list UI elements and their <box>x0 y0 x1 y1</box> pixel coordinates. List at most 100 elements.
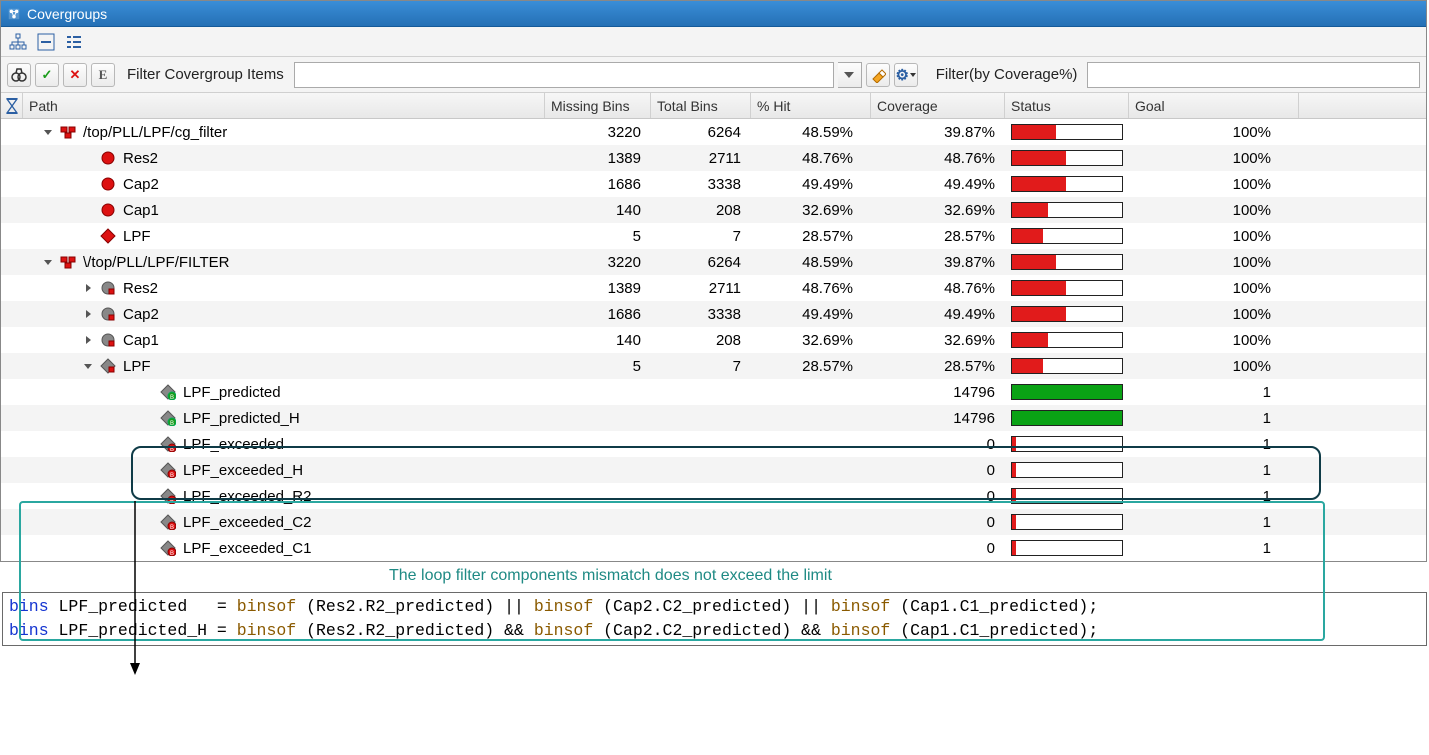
cell-status <box>1005 124 1129 140</box>
cell-goal: 1 <box>1129 540 1299 557</box>
titlebar[interactable]: Covergroups <box>1 1 1426 27</box>
cell-cov: 32.69% <box>871 202 1005 219</box>
filter2-input[interactable] <box>1087 62 1420 88</box>
circle-minus-icon[interactable] <box>35 31 57 53</box>
row-label: Res2 <box>123 150 158 167</box>
cell-goal: 100% <box>1129 280 1299 297</box>
table-row[interactable]: BLPF_exceeded_R201 <box>1 483 1426 509</box>
bin-red-icon: B <box>159 539 177 557</box>
cell-miss: 3220 <box>545 254 651 271</box>
binoculars-button[interactable] <box>7 63 31 87</box>
status-bar <box>1011 436 1123 452</box>
cell-status <box>1005 514 1129 530</box>
status-bar <box>1011 150 1123 166</box>
table-row[interactable]: Cap21686333849.49%49.49%100% <box>1 171 1426 197</box>
expander-icon[interactable] <box>41 125 55 139</box>
filter2-label: Filter(by Coverage%) <box>936 66 1078 83</box>
row-label: \/top/PLL/LPF/FILTER <box>83 254 229 271</box>
coverpoint-red-icon <box>99 201 117 219</box>
expander-icon[interactable] <box>81 281 95 295</box>
hierarchy-icon[interactable] <box>7 31 29 53</box>
table-row[interactable]: \/top/PLL/LPF/FILTER3220626448.59%39.87%… <box>1 249 1426 275</box>
cell-hit: 48.59% <box>751 124 871 141</box>
status-bar <box>1011 384 1123 400</box>
cell-total: 6264 <box>651 124 751 141</box>
cell-cov: 0 <box>871 462 1005 479</box>
svg-text:B: B <box>170 551 174 556</box>
hourglass-icon[interactable] <box>1 93 23 118</box>
expander-spacer <box>81 151 95 165</box>
table-row[interactable]: Cap114020832.69%32.69%100% <box>1 327 1426 353</box>
filter-dropdown[interactable] <box>838 62 862 88</box>
cell-goal: 100% <box>1129 306 1299 323</box>
table-row[interactable]: Cap21686333849.49%49.49%100% <box>1 301 1426 327</box>
table-row[interactable]: BLPF_exceeded_C101 <box>1 535 1426 561</box>
row-label: LPF_predicted_H <box>183 410 300 427</box>
table-row[interactable]: /top/PLL/LPF/cg_filter3220626448.59%39.8… <box>1 119 1426 145</box>
table-row[interactable]: LPF5728.57%28.57%100% <box>1 353 1426 379</box>
table-row[interactable]: Cap114020832.69%32.69%100% <box>1 197 1426 223</box>
col-total[interactable]: Total Bins <box>651 93 751 118</box>
table-row[interactable]: BLPF_predicted147961 <box>1 379 1426 405</box>
cell-cov: 0 <box>871 514 1005 531</box>
cell-goal: 1 <box>1129 462 1299 479</box>
covergroup-icon <box>59 253 77 271</box>
status-bar <box>1011 202 1123 218</box>
status-bar <box>1011 462 1123 478</box>
cell-hit: 28.57% <box>751 228 871 245</box>
eraser-button[interactable] <box>866 63 890 87</box>
cell-goal: 100% <box>1129 254 1299 271</box>
col-goal[interactable]: Goal <box>1129 93 1299 118</box>
col-status[interactable]: Status <box>1005 93 1129 118</box>
cell-miss: 1389 <box>545 150 651 167</box>
cell-goal: 1 <box>1129 488 1299 505</box>
table-row[interactable]: BLPF_exceeded_C201 <box>1 509 1426 535</box>
cell-hit: 32.69% <box>751 202 871 219</box>
col-path[interactable]: Path <box>23 93 545 118</box>
filter-input[interactable] <box>294 62 834 88</box>
expander-icon[interactable] <box>81 333 95 347</box>
svg-text:B: B <box>170 473 174 478</box>
cell-status <box>1005 332 1129 348</box>
cell-total: 7 <box>651 358 751 375</box>
app-icon <box>7 7 21 21</box>
col-coverage[interactable]: Coverage <box>871 93 1005 118</box>
table-row[interactable]: LPF5728.57%28.57%100% <box>1 223 1426 249</box>
table-row[interactable]: BLPF_predicted_H147961 <box>1 405 1426 431</box>
coverpoint-red-icon <box>99 149 117 167</box>
expander-spacer <box>141 385 155 399</box>
apply-button[interactable]: ✓ <box>35 63 59 87</box>
settings-button[interactable]: ⚙ <box>894 63 918 87</box>
status-bar <box>1011 488 1123 504</box>
expander-spacer <box>141 515 155 529</box>
cell-goal: 100% <box>1129 332 1299 349</box>
e-button[interactable]: E <box>91 63 115 87</box>
table-row[interactable]: Res21389271148.76%48.76%100% <box>1 275 1426 301</box>
col-hit[interactable]: % Hit <box>751 93 871 118</box>
bin-red-icon: B <box>159 435 177 453</box>
expander-spacer <box>81 177 95 191</box>
list-icon[interactable] <box>63 31 85 53</box>
cell-status <box>1005 436 1129 452</box>
cell-status <box>1005 176 1129 192</box>
table-row[interactable]: Res21389271148.76%48.76%100% <box>1 145 1426 171</box>
row-label: LPF_predicted <box>183 384 281 401</box>
row-label: Res2 <box>123 280 158 297</box>
cell-cov: 48.76% <box>871 150 1005 167</box>
expander-icon[interactable] <box>41 255 55 269</box>
col-missing[interactable]: Missing Bins <box>545 93 651 118</box>
bin-red-icon: B <box>159 487 177 505</box>
table-row[interactable]: BLPF_exceeded01 <box>1 431 1426 457</box>
cell-status <box>1005 540 1129 556</box>
cell-status <box>1005 358 1129 374</box>
expander-icon[interactable] <box>81 359 95 373</box>
expander-icon[interactable] <box>81 307 95 321</box>
status-bar <box>1011 540 1123 556</box>
clear-button[interactable]: ✕ <box>63 63 87 87</box>
table-row[interactable]: BLPF_exceeded_H01 <box>1 457 1426 483</box>
cell-hit: 48.76% <box>751 150 871 167</box>
cell-miss: 1686 <box>545 306 651 323</box>
row-label: Cap1 <box>123 332 159 349</box>
expander-spacer <box>141 437 155 451</box>
cell-goal: 1 <box>1129 436 1299 453</box>
